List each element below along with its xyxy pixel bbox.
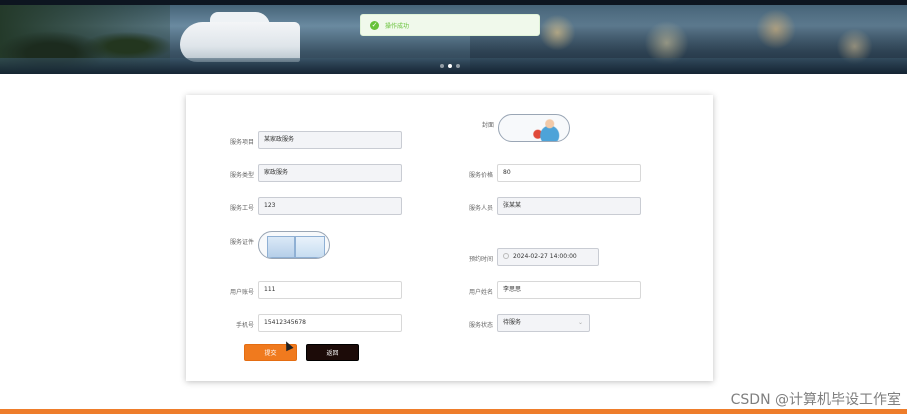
carousel-dot[interactable] bbox=[456, 64, 460, 68]
user-name-field[interactable]: 李思思 bbox=[497, 281, 641, 299]
service-item-field: 某家政服务 bbox=[258, 131, 402, 149]
success-toast: ✓ 操作成功 bbox=[360, 14, 540, 36]
certificate-image[interactable] bbox=[258, 231, 330, 259]
service-order-form: 封面 服务项目 某家政服务 服务类型 家政服务 服务价格 80 服务工号 123… bbox=[186, 95, 713, 381]
footer-bar bbox=[0, 409, 907, 414]
service-price-label: 服务价格 bbox=[468, 172, 493, 179]
carousel-dots bbox=[440, 64, 460, 68]
appointment-field: 2024-02-27 14:00:00 bbox=[497, 248, 599, 266]
watermark: CSDN @计算机毕设工作室 bbox=[730, 392, 901, 408]
service-no-field: 123 bbox=[258, 197, 402, 215]
service-no-label: 服务工号 bbox=[229, 205, 254, 212]
hero-banner bbox=[0, 0, 907, 74]
service-status-select[interactable]: 待服务 ⌄ bbox=[497, 314, 590, 332]
certificate-label: 服务证件 bbox=[229, 239, 254, 246]
certificate-page bbox=[295, 236, 325, 258]
back-button[interactable]: 返回 bbox=[306, 344, 359, 361]
user-name-label: 用户姓名 bbox=[468, 289, 493, 296]
carousel-dot-active[interactable] bbox=[448, 64, 452, 68]
carousel-dot[interactable] bbox=[440, 64, 444, 68]
cover-label: 封面 bbox=[481, 122, 494, 129]
service-type-field: 家政服务 bbox=[258, 164, 402, 182]
appointment-label: 预约时间 bbox=[468, 256, 493, 263]
service-item-label: 服务项目 bbox=[229, 139, 254, 146]
phone-label: 手机号 bbox=[235, 322, 254, 329]
service-type-label: 服务类型 bbox=[229, 172, 254, 179]
cover-photo bbox=[531, 116, 565, 141]
chevron-down-icon: ⌄ bbox=[577, 319, 583, 326]
cover-image[interactable] bbox=[498, 114, 570, 142]
phone-field[interactable]: 15412345678 bbox=[258, 314, 402, 332]
service-staff-label: 服务人员 bbox=[468, 205, 493, 212]
appointment-value: 2024-02-27 14:00:00 bbox=[513, 253, 577, 260]
user-account-field[interactable]: 111 bbox=[258, 281, 402, 299]
certificate-page bbox=[267, 236, 295, 258]
check-circle-icon: ✓ bbox=[370, 20, 379, 30]
toast-message: 操作成功 bbox=[385, 22, 410, 30]
banner-yacht bbox=[180, 22, 300, 62]
service-price-field[interactable]: 80 bbox=[497, 164, 641, 182]
service-status-value: 待服务 bbox=[503, 319, 522, 326]
user-account-label: 用户账号 bbox=[229, 289, 254, 296]
service-status-label: 服务状态 bbox=[468, 322, 493, 329]
service-staff-field: 张某某 bbox=[497, 197, 641, 215]
clock-icon bbox=[503, 252, 509, 259]
